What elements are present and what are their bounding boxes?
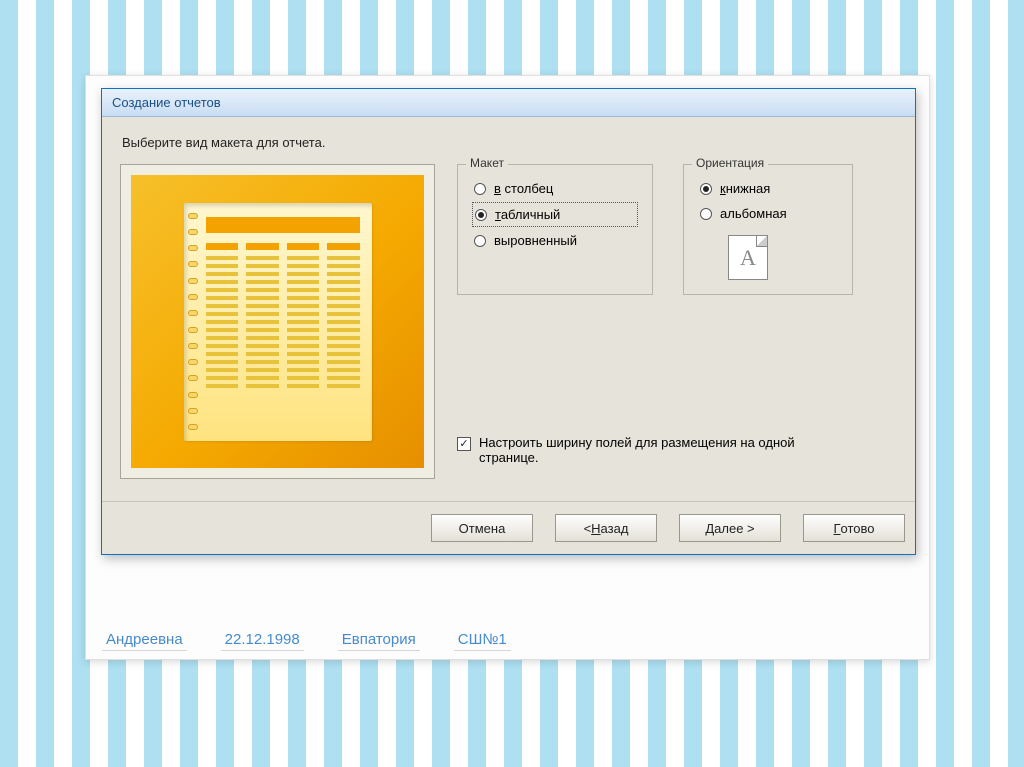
layout-preview-card [131, 175, 424, 468]
fit-width-label: Настроить ширину полей для размещения на… [479, 435, 817, 465]
bg-cell: Андреевна [102, 629, 187, 651]
dialog-button-row: Отмена < Назад Далее > Готово [102, 501, 915, 554]
back-button[interactable]: < Назад [555, 514, 657, 542]
instruction-text: Выберите вид макета для отчета. [122, 135, 895, 150]
radio-layout-justified[interactable]: выровненный [472, 229, 638, 252]
radio-layout-columnar[interactable]: в в столбецстолбец [472, 177, 638, 200]
cancel-button[interactable]: Отмена [431, 514, 533, 542]
radio-icon [700, 183, 712, 195]
bg-cell: Евпатория [338, 629, 420, 651]
radio-label: табличный [495, 207, 560, 222]
preview-sheet-icon [184, 203, 372, 441]
radio-orientation-landscape[interactable]: альбомная [698, 202, 838, 225]
radio-layout-tabular[interactable]: табличный [472, 202, 638, 227]
radio-icon [474, 183, 486, 195]
layout-groupbox: Макет в в столбецстолбец табличный [457, 164, 653, 295]
slide-card: Андреевна 22.12.1998 Евпатория СШ№1 Созд… [85, 75, 930, 660]
finish-button[interactable]: Готово [803, 514, 905, 542]
background-table-row: Андреевна 22.12.1998 Евпатория СШ№1 [102, 629, 511, 651]
bg-cell: 22.12.1998 [221, 629, 304, 651]
checkbox-icon: ✓ [457, 437, 471, 451]
report-wizard-dialog: Создание отчетов Выберите вид макета для… [101, 88, 916, 555]
orientation-legend: Ориентация [692, 156, 768, 170]
radio-label: в в столбецстолбец [494, 181, 553, 196]
layout-preview [120, 164, 435, 479]
orientation-groupbox: Ориентация книжная альбомная A [683, 164, 853, 295]
radio-icon [700, 208, 712, 220]
radio-icon [474, 235, 486, 247]
radio-orientation-portrait[interactable]: книжная [698, 177, 838, 200]
fit-width-row[interactable]: ✓ Настроить ширину полей для размещения … [457, 435, 817, 465]
layout-legend: Макет [466, 156, 508, 170]
radio-icon [475, 209, 487, 221]
dialog-body: Выберите вид макета для отчета. [102, 117, 915, 487]
page-orientation-icon: A [728, 235, 768, 280]
bg-cell: СШ№1 [454, 629, 511, 651]
dialog-title: Создание отчетов [112, 95, 221, 110]
dialog-titlebar[interactable]: Создание отчетов [102, 89, 915, 117]
next-button[interactable]: Далее > [679, 514, 781, 542]
radio-label: альбомная [720, 206, 787, 221]
radio-label: выровненный [494, 233, 577, 248]
radio-label: книжная [720, 181, 770, 196]
